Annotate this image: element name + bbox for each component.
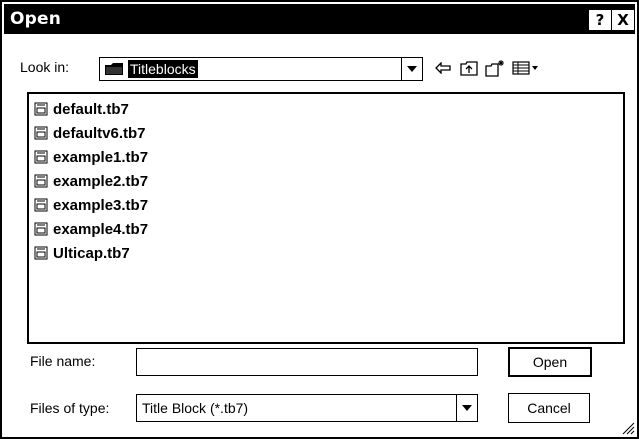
file-name: example1.tb7 bbox=[53, 148, 149, 166]
list-item[interactable]: example2.tb7 bbox=[34, 171, 148, 191]
list-item[interactable]: defaultv6.tb7 bbox=[34, 123, 146, 143]
file-name: example2.tb7 bbox=[53, 172, 149, 190]
new-folder-icon bbox=[485, 60, 504, 77]
look-in-dropdown[interactable]: Titleblocks bbox=[99, 57, 423, 81]
file-name: Ulticap.tb7 bbox=[53, 244, 130, 262]
list-item[interactable]: example4.tb7 bbox=[34, 219, 148, 239]
file-name-label: File name: bbox=[30, 353, 96, 369]
look-in-dropdown-button[interactable] bbox=[401, 58, 422, 80]
file-icon bbox=[34, 246, 48, 260]
file-name: example4.tb7 bbox=[53, 220, 149, 238]
file-type-dropdown-button[interactable] bbox=[456, 395, 477, 421]
chevron-down-icon bbox=[462, 405, 472, 411]
up-one-level-button[interactable] bbox=[458, 57, 480, 79]
back-button[interactable] bbox=[432, 57, 454, 79]
resize-grip-icon[interactable] bbox=[621, 421, 635, 435]
open-button[interactable]: Open bbox=[508, 347, 592, 377]
look-in-label: Look in: bbox=[20, 59, 70, 75]
file-name: default.tb7 bbox=[53, 100, 129, 118]
file-icon bbox=[34, 126, 48, 140]
up-folder-icon bbox=[460, 61, 478, 76]
help-button[interactable]: ? bbox=[589, 10, 611, 30]
list-item[interactable]: example1.tb7 bbox=[34, 147, 148, 167]
file-list[interactable]: default.tb7 defaultv6.tb7 example1.tb7 e… bbox=[27, 92, 625, 344]
cancel-button[interactable]: Cancel bbox=[508, 393, 590, 423]
title-bar: Open ? X bbox=[4, 4, 635, 34]
back-arrow-icon bbox=[435, 62, 451, 74]
file-icon bbox=[34, 198, 48, 212]
file-icon bbox=[34, 222, 48, 236]
file-name: example3.tb7 bbox=[53, 196, 149, 214]
view-menu-icon bbox=[512, 61, 538, 75]
file-type-label: Files of type: bbox=[30, 400, 110, 416]
file-name-field[interactable] bbox=[136, 348, 478, 376]
list-item[interactable]: Ulticap.tb7 bbox=[34, 243, 130, 263]
list-item[interactable]: example3.tb7 bbox=[34, 195, 148, 215]
file-type-value: Title Block (*.tb7) bbox=[142, 400, 249, 416]
view-menu-button[interactable] bbox=[510, 57, 542, 79]
file-icon bbox=[34, 150, 48, 164]
look-in-value: Titleblocks bbox=[128, 60, 198, 78]
list-item[interactable]: default.tb7 bbox=[34, 99, 129, 119]
file-type-dropdown[interactable]: Title Block (*.tb7) bbox=[136, 394, 478, 422]
file-icon bbox=[34, 102, 48, 116]
open-dialog: Open ? X Look in: Titleblocks default.tb… bbox=[0, 0, 639, 439]
chevron-down-icon bbox=[407, 66, 417, 72]
create-new-folder-button[interactable] bbox=[484, 57, 506, 79]
close-button[interactable]: X bbox=[612, 10, 634, 30]
file-name: defaultv6.tb7 bbox=[53, 124, 146, 142]
folder-icon bbox=[105, 63, 123, 75]
file-icon bbox=[34, 174, 48, 188]
window-title: Open bbox=[10, 9, 62, 29]
